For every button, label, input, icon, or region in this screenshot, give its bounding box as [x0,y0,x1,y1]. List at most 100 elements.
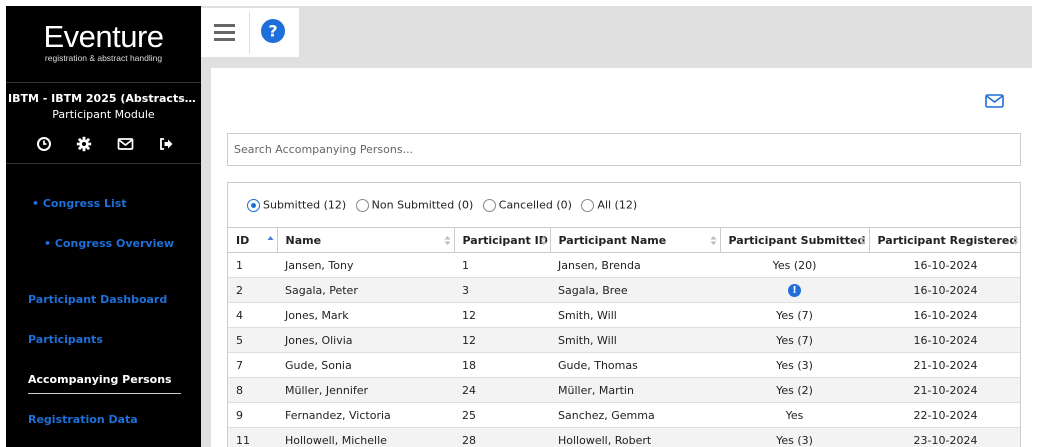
cell-participant-submitted: Yes (20) [720,252,869,278]
email-button[interactable] [984,92,1008,112]
column-header-participant-submitted[interactable]: Participant Submitted [720,227,870,253]
cell-participant-submitted: Yes (7) [720,302,869,328]
sort-both-icon [710,236,716,245]
cell-participant-name: Smith, Will [550,302,720,328]
menu-toggle-button[interactable] [201,8,249,57]
filter-label: Submitted (12) [263,198,347,212]
sidebar-item-participant-dashboard[interactable]: Participant Dashboard [28,293,167,306]
sidebar-divider [6,163,201,164]
cell-participant-registered: 23-10-2024 [869,427,1020,447]
cell-participant-name: Sanchez, Gemma [550,402,720,428]
sort-both-icon [444,236,450,245]
table-row[interactable]: 11 Hollowell, Michelle 28 Hollowell, Rob… [228,427,1020,447]
cell-participant-submitted: Yes [720,402,869,428]
cell-name: Gude, Sonia [277,352,454,378]
sidebar-item-registration-data[interactable]: Registration Data [28,413,138,426]
cell-participant-submitted: ! [720,277,869,303]
active-item-underline [28,393,181,394]
cell-participant-registered: 16-10-2024 [869,327,1020,353]
cell-participant-name: Sagala, Bree [550,277,720,303]
column-header-participant-id[interactable]: Participant ID [454,227,551,253]
filter-non-submitted-radio[interactable]: Non Submitted (0) [355,198,474,212]
app-frame: Eventure registration & abstract handlin… [6,6,1032,447]
cell-id: 7 [228,352,277,378]
table-row[interactable]: 4 Jones, Mark 12 Smith, Will Yes (7) 16-… [228,302,1020,328]
search-input[interactable] [227,133,1021,166]
cell-participant-registered: 21-10-2024 [869,377,1020,403]
filter-label: Non Submitted (0) [371,198,474,212]
sort-both-icon [859,236,865,245]
clock-icon[interactable] [36,136,56,156]
sign-out-icon[interactable] [158,136,178,156]
column-header-label: Participant Registered [877,233,1018,247]
brand-logo: Eventure registration & abstract handlin… [6,6,201,80]
sidebar-item-congress-overview[interactable]: • Congress Overview [44,237,174,250]
sidebar: Eventure registration & abstract handlin… [6,6,201,447]
cell-participant-id: 1 [454,252,550,278]
cell-participant-registered: 22-10-2024 [869,402,1020,428]
cell-participant-name: Jansen, Brenda [550,252,720,278]
cell-participant-submitted: Yes (3) [720,427,869,447]
cell-participant-registered: 16-10-2024 [869,302,1020,328]
radio-circle [581,198,595,212]
gear-icon[interactable] [76,136,96,156]
cell-participant-submitted: Yes (2) [720,377,869,403]
radio-circle [355,198,369,212]
cell-participant-name: Müller, Martin [550,377,720,403]
event-title: IBTM - IBTM 2025 (Abstracts & Participan… [8,92,201,105]
help-question-icon: ? [261,19,285,43]
table-row[interactable]: 8 Müller, Jennifer 24 Müller, Martin Yes… [228,377,1020,403]
svg-text:?: ? [268,22,277,41]
cell-id: 1 [228,252,277,278]
main-panel: Submitted (12) Non Submitted (0) Cancell… [211,68,1032,447]
cell-name: Sagala, Peter [277,277,454,303]
accompanying-persons-table: ID Name Participant ID Participant Name … [228,227,1020,447]
cell-participant-id: 24 [454,377,550,403]
table-row[interactable]: 1 Jansen, Tony 1 Jansen, Brenda Yes (20)… [228,252,1020,278]
table-row[interactable]: 7 Gude, Sonia 18 Gude, Thomas Yes (3) 21… [228,352,1020,378]
cell-participant-id: 25 [454,402,550,428]
column-header-name[interactable]: Name [277,227,455,253]
table-row[interactable]: 2 Sagala, Peter 3 Sagala, Bree ! 16-10-2… [228,277,1020,303]
cell-participant-id: 3 [454,277,550,303]
sidebar-item-participants[interactable]: Participants [28,333,103,346]
filter-label: All (12) [597,198,638,212]
help-button[interactable]: ? [251,8,299,57]
cell-id: 11 [228,427,277,447]
column-header-label: Participant Submitted [728,233,866,247]
cell-participant-id: 28 [454,427,550,447]
column-header-id[interactable]: ID [228,227,278,253]
sidebar-item-congress-list[interactable]: • Congress List [32,197,127,210]
sort-both-icon [540,236,546,245]
exclamation-icon: ! [788,283,801,297]
table-row[interactable]: 9 Fernandez, Victoria 25 Sanchez, Gemma … [228,402,1020,428]
envelope-icon[interactable] [117,136,137,156]
top-toolbar: ? [201,8,299,57]
cell-name: Müller, Jennifer [277,377,454,403]
status-filter-group: Submitted (12) Non Submitted (0) Cancell… [247,198,643,214]
toolbar-separator [249,12,250,54]
cell-name: Jones, Olivia [277,327,454,353]
table-row[interactable]: 5 Jones, Olivia 12 Smith, Will Yes (7) 1… [228,327,1020,353]
cell-id: 9 [228,402,277,428]
cell-id: 5 [228,327,277,353]
cell-name: Jansen, Tony [277,252,454,278]
radio-circle [482,198,496,212]
brand-tagline: registration & abstract handling [44,53,163,63]
cell-name: Hollowell, Michelle [277,427,454,447]
cell-participant-registered: 16-10-2024 [869,252,1020,278]
column-header-participant-name[interactable]: Participant Name [550,227,721,253]
cell-participant-id: 12 [454,302,550,328]
filter-cancelled-radio[interactable]: Cancelled (0) [482,198,572,212]
sidebar-item-accompanying-persons[interactable]: Accompanying Persons [28,373,172,386]
sort-asc-icon [267,236,273,240]
table-header-row: ID Name Participant ID Participant Name … [228,227,1020,253]
column-header-participant-registered[interactable]: Participant Registered [869,227,1020,253]
cell-id: 8 [228,377,277,403]
accompanying-persons-table-panel: Submitted (12) Non Submitted (0) Cancell… [227,182,1021,447]
cell-participant-submitted: Yes (3) [720,352,869,378]
filter-all-radio[interactable]: All (12) [581,198,637,212]
cell-participant-id: 12 [454,327,550,353]
column-header-label: ID [236,233,250,247]
filter-submitted-radio[interactable]: Submitted (12) [247,198,346,212]
